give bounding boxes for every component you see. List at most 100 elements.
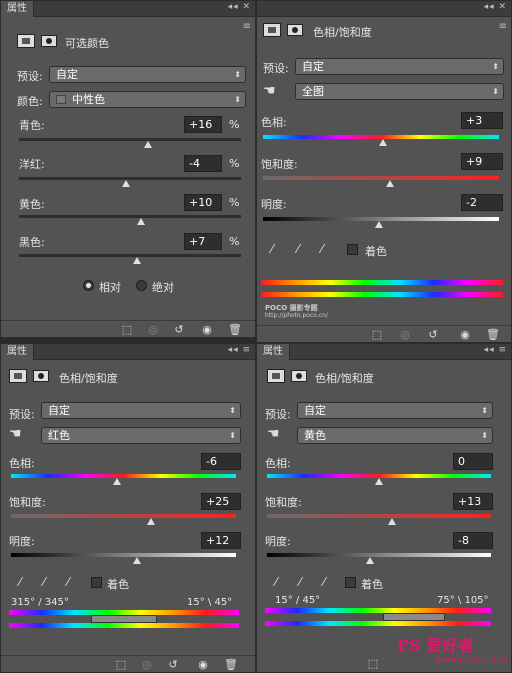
hue-slider-track[interactable] [11, 474, 236, 478]
visibility-eye-icon[interactable]: ◉ [199, 323, 215, 337]
range-dropdown[interactable]: 黄色 ⬍ [297, 427, 493, 444]
slider-thumb[interactable] [137, 218, 146, 225]
reset-icon[interactable]: ↺ [171, 323, 187, 337]
saturation-label: 饱和度: [265, 496, 302, 509]
preset-dropdown[interactable]: 自定 ⬍ [41, 402, 241, 419]
hue-value-field[interactable]: +3 [461, 112, 503, 129]
eyedropper-plus-icon[interactable]: ⁄ [293, 575, 307, 589]
hue-slider-thumb[interactable] [375, 478, 383, 485]
eyedropper-icon[interactable]: ⁄ [13, 575, 27, 589]
delete-trash-icon[interactable]: 🗑 [227, 323, 243, 337]
targeted-adjustment-hand-icon[interactable]: ☚ [9, 426, 22, 442]
colorize-checkbox[interactable] [345, 577, 356, 588]
reset-icon[interactable]: ↺ [425, 328, 441, 342]
range-left-degrees: 15° / 45° [275, 595, 321, 606]
colorize-checkbox[interactable] [347, 244, 358, 255]
eyedropper-icon[interactable]: ⁄ [265, 242, 279, 256]
slider-track[interactable] [19, 254, 241, 257]
slider-track[interactable] [19, 177, 241, 180]
saturation-slider-track[interactable] [11, 514, 236, 518]
eyedropper-minus-icon[interactable]: ⁄ [61, 575, 75, 589]
saturation-slider-thumb[interactable] [388, 518, 397, 525]
lightness-slider-thumb[interactable] [374, 221, 383, 228]
hue-slider-thumb[interactable] [112, 478, 121, 485]
saturation-slider-thumb[interactable] [386, 180, 395, 187]
slider-thumb[interactable] [132, 257, 141, 264]
percent-sign: % [229, 196, 240, 209]
mask-icon[interactable] [33, 370, 49, 382]
saturation-label: 饱和度: [9, 496, 46, 509]
panel-menu-icon[interactable]: ≡ [499, 21, 507, 32]
clip-to-layer-icon[interactable]: ⬚ [119, 323, 135, 337]
properties-panel-hue-saturation-yellows: 属性 ◂◂ ≡ 色相/饱和度 预设: 自定 ⬍ ☚ 黄色 ⬍ 色相: 0 饱和度: … [256, 343, 512, 673]
clip-to-layer-icon[interactable]: ⬚ [113, 658, 129, 672]
mask-icon[interactable] [41, 35, 57, 47]
targeted-adjustment-hand-icon[interactable]: ☚ [267, 426, 280, 442]
lightness-slider-thumb[interactable] [133, 557, 141, 564]
slider-track[interactable] [19, 215, 241, 218]
collapse-icon[interactable]: ◂◂ ✕ [228, 2, 251, 12]
range-dropdown[interactable]: 全图 ⬍ [295, 83, 504, 100]
targeted-adjustment-hand-icon[interactable]: ☚ [263, 83, 276, 99]
preset-dropdown[interactable]: 自定 ⬍ [49, 66, 246, 83]
hue-value-field[interactable]: 0 [453, 453, 493, 470]
collapse-icon[interactable]: ◂◂ ≡ [484, 345, 507, 355]
mask-icon[interactable] [287, 24, 303, 36]
eyedropper-plus-icon[interactable]: ⁄ [37, 575, 51, 589]
tab-properties[interactable]: 属性 [1, 1, 34, 17]
lightness-slider-thumb[interactable] [366, 557, 375, 564]
yellow-value-field[interactable]: +10 [184, 194, 222, 211]
lightness-value-field[interactable]: -2 [461, 194, 503, 211]
tab-properties[interactable]: 属性 [257, 344, 290, 360]
radio-relative[interactable] [83, 280, 94, 291]
visibility-eye-icon[interactable]: ◉ [195, 658, 211, 672]
magenta-value-field[interactable]: -4 [184, 155, 222, 172]
tab-properties[interactable]: 属性 [1, 344, 34, 360]
lightness-slider-track[interactable] [11, 553, 236, 557]
black-value-field[interactable]: +7 [184, 233, 222, 250]
saturation-value-field[interactable]: +13 [453, 493, 493, 510]
clip-to-layer-icon[interactable]: ⬚ [369, 328, 385, 342]
range-selection-highlight[interactable] [91, 615, 157, 623]
panel-menu-icon[interactable]: ≡ [243, 21, 251, 32]
view-previous-icon[interactable]: ◎ [139, 658, 155, 672]
lightness-value-field[interactable]: -8 [453, 532, 493, 549]
range-dropdown[interactable]: 红色 ⬍ [41, 427, 241, 444]
saturation-slider-track[interactable] [267, 514, 491, 518]
saturation-slider-track[interactable] [263, 176, 499, 180]
slider-thumb[interactable] [143, 141, 152, 148]
lightness-value-field[interactable]: +12 [201, 532, 241, 549]
reset-icon[interactable]: ↺ [165, 658, 181, 672]
delete-trash-icon[interactable]: 🗑 [485, 328, 501, 342]
saturation-slider-thumb[interactable] [146, 518, 155, 525]
colorize-checkbox[interactable] [91, 577, 102, 588]
lightness-slider-track[interactable] [267, 553, 491, 557]
view-previous-icon[interactable]: ◎ [397, 328, 413, 342]
colors-dropdown[interactable]: 中性色 ⬍ [49, 91, 246, 108]
mask-icon[interactable] [291, 370, 307, 382]
hue-saturation-icon [263, 23, 281, 37]
panel-titlebar: 属性 ◂◂ ≡ [257, 344, 511, 360]
eyedropper-minus-icon[interactable]: ⁄ [317, 575, 331, 589]
clip-to-layer-icon[interactable]: ⬚ [365, 657, 381, 671]
cyan-value-field[interactable]: +16 [184, 116, 222, 133]
eyedropper-icon[interactable]: ⁄ [269, 575, 283, 589]
radio-absolute[interactable] [136, 280, 147, 291]
slider-thumb[interactable] [121, 180, 130, 187]
visibility-eye-icon[interactable]: ◉ [457, 328, 473, 342]
color-bar-result [261, 292, 503, 297]
preset-dropdown[interactable]: 自定 ⬍ [297, 402, 493, 419]
collapse-icon[interactable]: ◂◂ ✕ [484, 2, 507, 12]
range-selection-highlight[interactable] [383, 613, 445, 621]
preset-dropdown[interactable]: 自定 ⬍ [295, 58, 504, 75]
saturation-value-field[interactable]: +9 [461, 153, 503, 170]
collapse-icon[interactable]: ◂◂ ≡ [228, 345, 251, 355]
delete-trash-icon[interactable]: 🗑 [223, 658, 239, 672]
hue-slider-thumb[interactable] [379, 139, 388, 146]
eyedropper-minus-icon[interactable]: ⁄ [315, 242, 329, 256]
hue-value-field[interactable]: -6 [201, 453, 241, 470]
view-previous-icon[interactable]: ◎ [145, 323, 161, 337]
eyedropper-plus-icon[interactable]: ⁄ [291, 242, 305, 256]
saturation-value-field[interactable]: +25 [201, 493, 241, 510]
slider-track[interactable] [19, 138, 241, 141]
